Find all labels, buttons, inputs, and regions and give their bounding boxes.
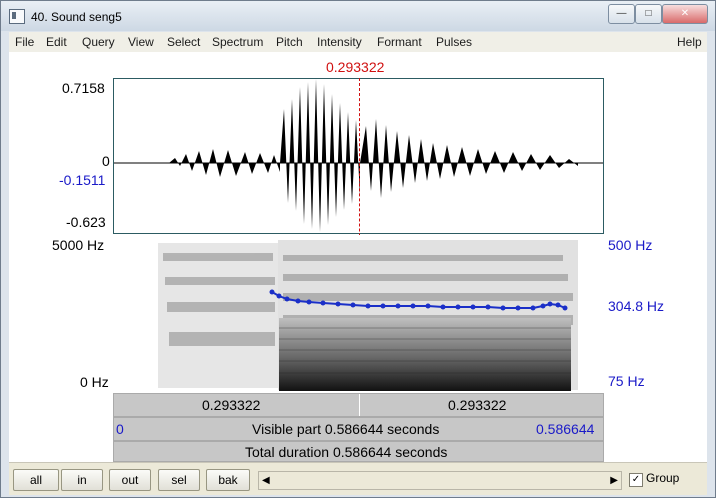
title-bar: 40. Sound seng5 — □ ✕	[1, 1, 715, 31]
total-duration-bar[interactable]: Total duration 0.586644 seconds	[113, 441, 604, 462]
waveform-zero-label: 0	[102, 153, 110, 169]
menu-help[interactable]: Help	[677, 35, 702, 49]
menu-file[interactable]: File	[15, 35, 34, 49]
menu-pitch[interactable]: Pitch	[276, 35, 303, 49]
menu-view[interactable]: View	[128, 35, 154, 49]
visible-start-time: 0	[116, 421, 124, 437]
spectrogram-top-frequency: 5000 Hz	[52, 237, 105, 253]
spectrogram-bottom-frequency: 0 Hz	[80, 374, 109, 390]
spectrogram-graphic	[113, 235, 604, 393]
menu-edit[interactable]: Edit	[46, 35, 67, 49]
editor-content: 0.293322 0.7158 0 -0.1511 -0.623 5000 Hz…	[9, 52, 707, 462]
close-button[interactable]: ✕	[662, 4, 708, 24]
app-icon	[9, 9, 25, 24]
selection-bar[interactable]: 0.293322 0.293322	[113, 393, 604, 417]
bottom-toolbar: all in out sel bak ◀ ▶ ✓ Group	[9, 462, 707, 495]
visible-part-bar[interactable]: 0 Visible part 0.586644 seconds 0.586644	[113, 417, 604, 441]
pitch-bottom-label: 75 Hz	[608, 373, 645, 389]
menu-spectrum[interactable]: Spectrum	[212, 35, 263, 49]
zoom-out-button[interactable]: out	[109, 469, 151, 491]
window-title: 40. Sound seng5	[31, 10, 122, 24]
scroll-right-icon[interactable]: ▶	[610, 475, 618, 486]
menu-pulses[interactable]: Pulses	[436, 35, 472, 49]
group-label: Group	[646, 471, 680, 485]
waveform-max-label: 0.7158	[62, 80, 105, 96]
menu-bar: File Edit Query View Select Spectrum Pit…	[9, 32, 707, 53]
group-checkbox[interactable]: ✓	[629, 473, 643, 487]
visible-end-time: 0.586644	[536, 421, 595, 437]
total-duration-label: Total duration 0.586644 seconds	[245, 444, 448, 460]
spectrogram-panel[interactable]	[113, 235, 604, 393]
waveform-local-value-label: -0.1511	[59, 172, 106, 188]
visible-part-label: Visible part 0.586644 seconds	[252, 421, 440, 437]
horizontal-scrollbar[interactable]: ◀ ▶	[258, 471, 622, 490]
sound-editor-window: 40. Sound seng5 — □ ✕ File Edit Query Vi…	[0, 0, 716, 498]
cursor-time-label: 0.293322	[326, 59, 385, 75]
zoom-in-button[interactable]: in	[61, 469, 103, 491]
restore-button[interactable]: □	[635, 4, 662, 24]
zoom-selection-button[interactable]: sel	[158, 469, 200, 491]
menu-formant[interactable]: Formant	[377, 35, 422, 49]
zoom-back-button[interactable]: bak	[206, 469, 250, 491]
menu-query[interactable]: Query	[82, 35, 115, 49]
scroll-left-icon[interactable]: ◀	[262, 475, 270, 486]
menu-intensity[interactable]: Intensity	[317, 35, 362, 49]
waveform-min-label: -0.623	[66, 214, 106, 230]
pitch-current-label: 304.8 Hz	[608, 298, 665, 314]
selection-left-time: 0.293322	[202, 397, 261, 413]
selection-right-time: 0.293322	[448, 397, 507, 413]
pitch-top-label: 500 Hz	[608, 237, 653, 253]
menu-select[interactable]: Select	[167, 35, 200, 49]
all-button[interactable]: all	[13, 469, 59, 491]
minimize-button[interactable]: —	[608, 4, 635, 24]
